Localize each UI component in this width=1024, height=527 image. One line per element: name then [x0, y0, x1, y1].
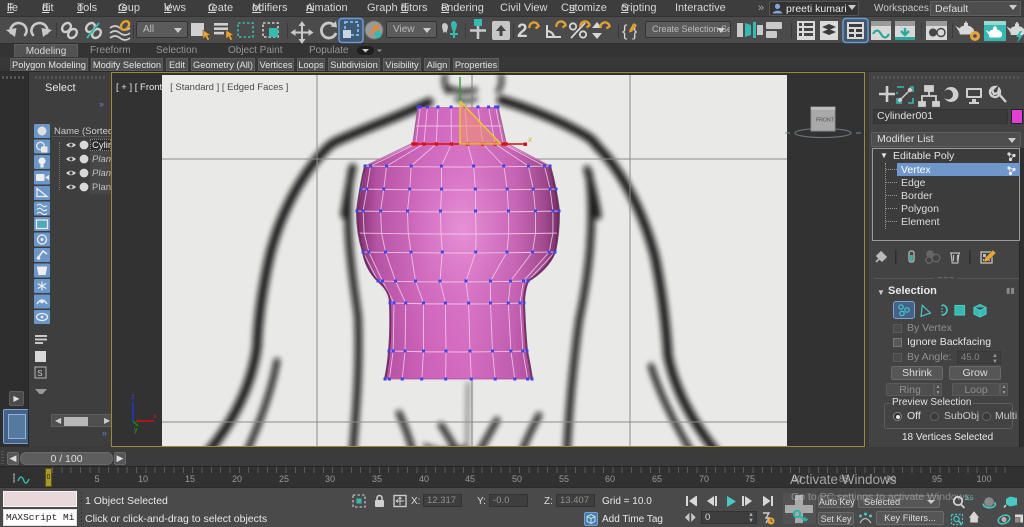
svg-text:2: 2: [517, 21, 528, 42]
svg-text:x: x: [153, 413, 157, 420]
svg-text:S: S: [37, 369, 42, 378]
svg-text:3,5: 3,5: [965, 495, 974, 502]
svg-text:FRONT: FRONT: [816, 118, 835, 124]
svg-text:z: z: [131, 394, 135, 401]
svg-text:{: {: [622, 23, 628, 40]
svg-text:y: y: [134, 427, 138, 434]
